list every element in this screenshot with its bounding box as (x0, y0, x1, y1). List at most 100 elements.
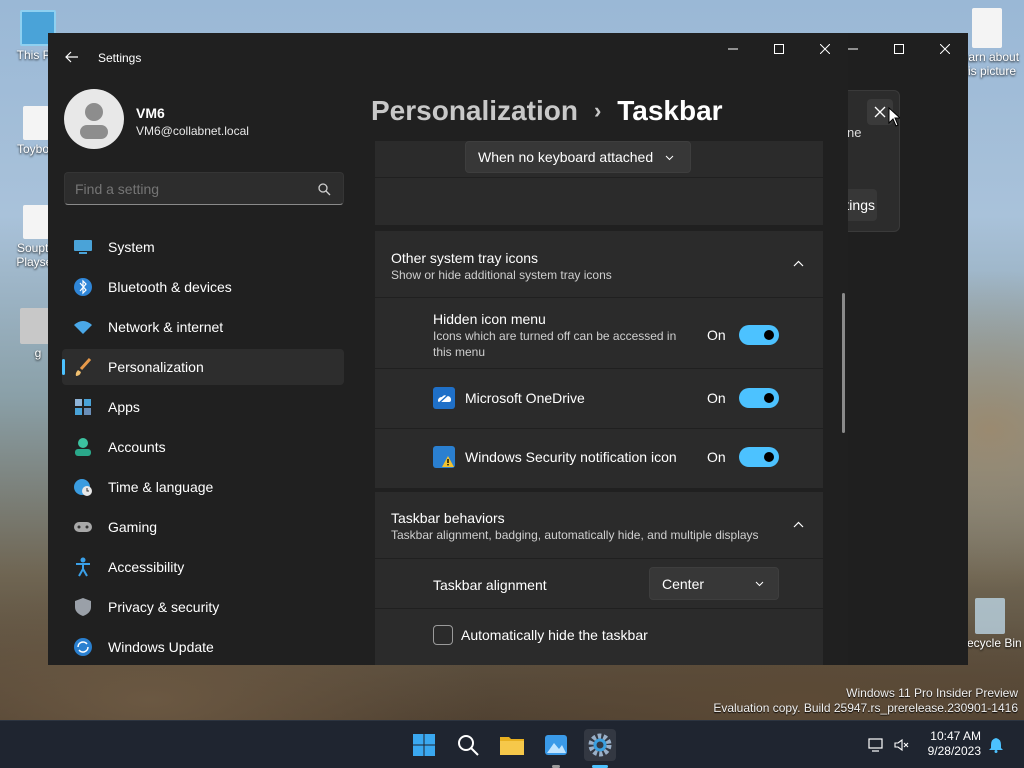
person-icon (72, 436, 94, 458)
shortcut-file-icon (23, 106, 49, 140)
sidebar-item-time-language[interactable]: Time & language (62, 469, 344, 505)
row-title: Hidden icon menu (433, 311, 546, 327)
user-email: VM6@collabnet.local (136, 124, 249, 138)
maximize-icon (894, 44, 904, 54)
windows-watermark: Windows 11 Pro Insider Preview Evaluatio… (713, 686, 1018, 716)
close-button[interactable] (802, 33, 848, 65)
chevron-down-icon (755, 581, 764, 587)
sidebar-item-apps[interactable]: Apps (62, 389, 344, 425)
sidebar-item-accessibility[interactable]: Accessibility (62, 549, 344, 585)
shield-icon (72, 596, 94, 618)
sidebar-item-bluetooth[interactable]: Bluetooth & devices (62, 269, 344, 305)
minimize-button[interactable] (710, 33, 756, 65)
start-icon (413, 734, 435, 756)
sidebar-item-label: Privacy & security (108, 599, 220, 615)
chevron-up-icon[interactable] (793, 521, 804, 528)
system-clock[interactable]: 10:47 AM 9/28/2023 (916, 729, 981, 759)
pen-menu-card: When no keyboard attached (375, 141, 823, 177)
photos-icon (545, 735, 567, 755)
maximize-icon (774, 44, 784, 54)
avatar[interactable] (64, 89, 124, 149)
selection-indicator (62, 359, 65, 375)
minimize-icon (848, 48, 858, 50)
section-title: Taskbar behaviors (391, 510, 505, 526)
shortcut-file-icon (23, 205, 49, 239)
tray-section-header[interactable]: Other system tray icons Show or hide add… (375, 231, 823, 297)
section-title: Other system tray icons (391, 250, 539, 266)
checkbox-label: Automatically hide the taskbar (461, 627, 648, 643)
sidebar-item-system[interactable]: System (62, 229, 344, 265)
accessibility-icon (72, 556, 94, 578)
taskbar-alignment-dropdown[interactable]: Center (649, 567, 779, 600)
dialog-text: ne (847, 125, 862, 140)
sidebar-item-windows-update[interactable]: Windows Update (62, 629, 344, 665)
sidebar-item-label: Time & language (108, 479, 214, 495)
clock-date: 9/28/2023 (927, 744, 981, 758)
minimize-icon (728, 48, 738, 50)
search-icon (318, 183, 331, 196)
maximize-button[interactable] (876, 33, 922, 65)
mouse-cursor-icon (888, 107, 900, 127)
monitor-icon (72, 236, 94, 258)
sidebar-item-gaming[interactable]: Gaming (62, 509, 344, 545)
settings-card-blank (375, 178, 823, 225)
breadcrumb: Personalization › Taskbar (371, 91, 723, 131)
sidebar-item-label: Accessibility (108, 559, 185, 575)
settings-taskbar-button[interactable] (584, 729, 616, 761)
start-button[interactable] (408, 729, 440, 761)
network-tray-icon[interactable] (868, 737, 884, 758)
pen-menu-dropdown[interactable]: When no keyboard attached (465, 141, 691, 173)
hidden-icon-menu-row: Hidden icon menu Icons which are turned … (375, 298, 823, 368)
row-title: Taskbar alignment (433, 577, 547, 593)
section-subtitle: Taskbar alignment, badging, automaticall… (391, 528, 759, 542)
autohide-checkbox[interactable] (433, 625, 453, 645)
search-input[interactable] (75, 179, 305, 199)
sidebar-item-accounts[interactable]: Accounts (62, 429, 344, 465)
sidebar-item-network[interactable]: Network & internet (62, 309, 344, 345)
maximize-button[interactable] (756, 33, 802, 65)
scrollbar-thumb[interactable] (842, 293, 845, 433)
sidebar-item-label: Network & internet (108, 319, 224, 335)
close-button[interactable] (922, 33, 968, 65)
search-box[interactable] (64, 172, 344, 205)
windows-security-toggle[interactable] (739, 447, 779, 467)
file-explorer-icon (500, 737, 524, 755)
network-monitor-icon (868, 738, 883, 752)
toggle-state-label: On (707, 449, 726, 465)
recycle-bin-icon (975, 598, 1005, 634)
windows-security-row: Windows Security notification icon On (375, 429, 823, 488)
photos-button[interactable] (540, 729, 572, 761)
bluetooth-icon (72, 276, 94, 298)
sidebar-item-personalization[interactable]: Personalization (62, 349, 344, 385)
wifi-icon (72, 316, 94, 338)
taskbar-search-button[interactable] (452, 729, 484, 761)
close-icon (820, 44, 830, 54)
chevron-down-icon (665, 155, 674, 161)
sidebar-item-label: Apps (108, 399, 140, 415)
update-icon (72, 636, 94, 658)
globe-clock-icon (72, 476, 94, 498)
onedrive-toggle[interactable] (739, 388, 779, 408)
brush-icon (72, 356, 94, 378)
row-title: Microsoft OneDrive (465, 390, 585, 406)
settings-gear-icon (588, 733, 612, 757)
settings-window[interactable]: Settings VM6 VM6@collabnet.local Find a … (48, 33, 848, 665)
notifications-button[interactable] (988, 737, 1004, 758)
file-explorer-button[interactable] (496, 729, 528, 761)
dropdown-value: Center (662, 575, 705, 592)
sidebar-item-privacy-security[interactable]: Privacy & security (62, 589, 344, 625)
bell-icon (989, 738, 1003, 753)
dropdown-value: When no keyboard attached (478, 149, 654, 165)
user-name: VM6 (136, 105, 165, 121)
onedrive-row: Microsoft OneDrive On (375, 369, 823, 428)
volume-tray-icon[interactable] (893, 737, 909, 758)
section-subtitle: Show or hide additional system tray icon… (391, 268, 612, 282)
hidden-icon-menu-toggle[interactable] (739, 325, 779, 345)
toggle-state-label: On (707, 327, 726, 343)
close-icon (940, 44, 950, 54)
person-icon (80, 103, 108, 139)
chevron-up-icon[interactable] (793, 260, 804, 267)
breadcrumb-parent[interactable]: Personalization (371, 95, 578, 127)
sidebar-item-label: Personalization (108, 359, 204, 375)
behaviors-section-header[interactable]: Taskbar behaviors Taskbar alignment, bad… (375, 492, 823, 558)
